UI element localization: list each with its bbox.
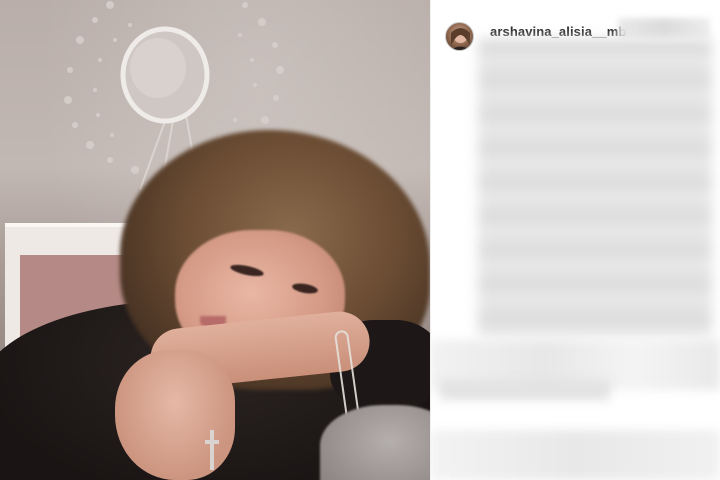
redacted-comment-row (430, 430, 720, 480)
redacted-username-suffix (618, 18, 710, 38)
profile-avatar-icon[interactable] (445, 22, 474, 51)
post-side-panel: arshavina_alisia__mb (430, 0, 720, 480)
username-link[interactable]: arshavina_alisia__mb (490, 24, 626, 39)
redacted-likes (440, 380, 610, 400)
panel-divider (430, 0, 431, 480)
post-photo[interactable] (0, 0, 430, 480)
redacted-caption (478, 38, 712, 338)
cross-necklace-icon (205, 430, 219, 470)
